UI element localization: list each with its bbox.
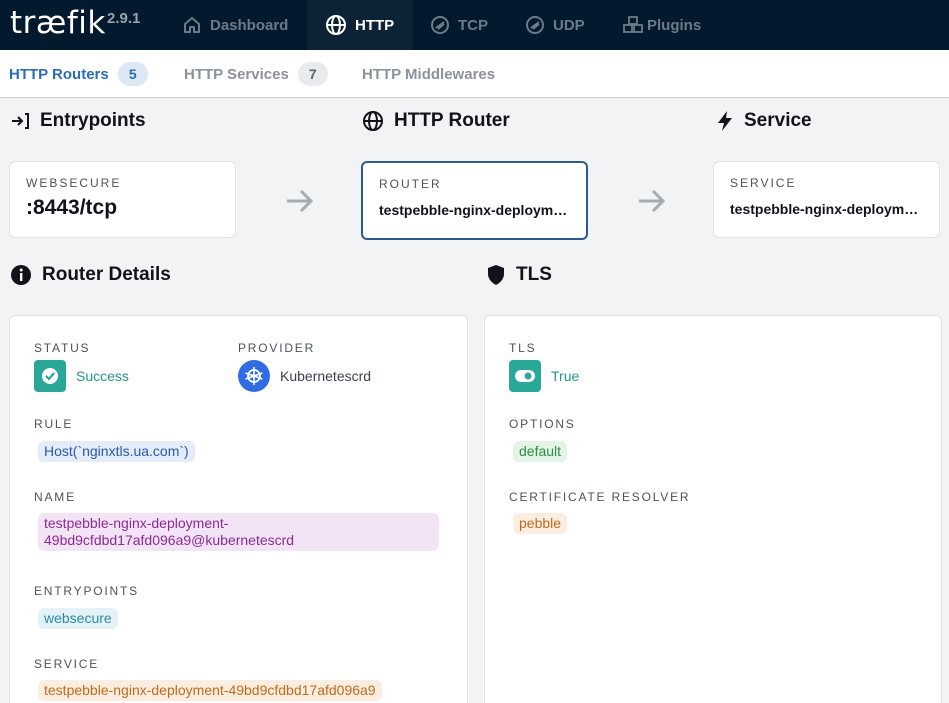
tls-label: TLS <box>509 341 537 355</box>
globe-icon <box>363 111 383 131</box>
service-card-label: SERVICE <box>730 176 797 190</box>
kubernetes-icon <box>238 360 270 392</box>
entrypoints-chip: websecure <box>38 608 118 629</box>
nav-plugins[interactable]: Plugins <box>622 0 701 50</box>
router-details-panel: STATUS Success PROVIDER Kubernetescrd RU… <box>9 315 468 703</box>
tls-value: True <box>551 368 580 384</box>
name-chip: testpebble-nginx-deployment-49bd9cfdbd17… <box>38 513 439 551</box>
globe-icon <box>326 15 346 35</box>
nav-tcp[interactable]: TCP <box>430 0 488 50</box>
entrypoint-card-value: :8443/tcp <box>26 196 118 219</box>
http-router-heading-text: HTTP Router <box>394 110 510 131</box>
tab-http-routers-label: HTTP Routers <box>9 65 109 83</box>
check-circle-icon <box>34 360 66 392</box>
tls-heading: TLS <box>486 264 552 286</box>
service-card[interactable]: SERVICE testpebble-nginx-deployment-49bd… <box>713 161 940 238</box>
nav-udp[interactable]: UDP <box>525 0 585 50</box>
services-count-badge: 7 <box>297 62 328 86</box>
tab-http-routers[interactable]: HTTP Routers 5 <box>9 50 148 98</box>
tls-panel: TLS True OPTIONS default CERTIFICATE RES… <box>484 315 942 703</box>
tab-http-services[interactable]: HTTP Services 7 <box>184 50 328 98</box>
entrypoints-heading: Entrypoints <box>10 110 146 132</box>
router-card-value: testpebble-nginx-deployment-49bd9cfdbd17… <box>379 202 570 218</box>
service-card-value: testpebble-nginx-deployment-49bd9cfdbd17… <box>730 201 923 217</box>
entrypoint-card-label: WEBSECURE <box>26 176 122 190</box>
service-heading: Service <box>716 110 812 132</box>
info-icon <box>11 265 31 285</box>
rule-chip: Host(`nginxtls.ua.com`) <box>38 441 195 462</box>
nav-udp-label: UDP <box>553 16 585 34</box>
sub-tabs: HTTP Routers 5 HTTP Services 7 HTTP Midd… <box>0 50 949 98</box>
arrow-right-icon <box>287 189 314 213</box>
certificate-resolver-chip: pebble <box>513 513 568 534</box>
status-value-row: Success <box>34 360 129 392</box>
nav-dashboard[interactable]: Dashboard <box>182 0 288 50</box>
nav-tcp-label: TCP <box>458 16 488 34</box>
tab-http-middlewares-label: HTTP Middlewares <box>362 65 496 83</box>
options-chip: default <box>513 441 568 462</box>
arrow-right-icon <box>639 189 666 213</box>
home-icon <box>184 17 200 33</box>
certificate-resolver-label: CERTIFICATE RESOLVER <box>509 490 691 504</box>
router-card-label: ROUTER <box>379 177 442 191</box>
tls-heading-text: TLS <box>516 264 552 285</box>
lightning-bolt-icon <box>718 111 732 131</box>
options-label: OPTIONS <box>509 417 576 431</box>
shield-icon <box>488 265 504 285</box>
routers-count-badge: 5 <box>117 62 148 86</box>
router-details-heading-text: Router Details <box>42 264 171 285</box>
entrypoints-label: ENTRYPOINTS <box>34 584 139 598</box>
version-label: 2.9.1 <box>107 10 141 27</box>
traefik-logo[interactable]: træfik <box>10 5 106 41</box>
plugins-cubes-icon <box>623 16 643 33</box>
nav-http-label: HTTP <box>355 16 395 34</box>
nav-dashboard-label: Dashboard <box>210 16 289 34</box>
router-card[interactable]: ROUTER testpebble-nginx-deployment-49bd9… <box>361 161 588 240</box>
name-label: NAME <box>34 490 76 504</box>
nav-plugins-label: Plugins <box>647 16 702 34</box>
service-chip[interactable]: testpebble-nginx-deployment-49bd9cfdbd17… <box>38 680 382 701</box>
tab-http-services-label: HTTP Services <box>184 65 289 83</box>
entrypoint-card[interactable]: WEBSECURE :8443/tcp <box>9 161 236 238</box>
udp-icon <box>526 16 544 34</box>
router-details-heading: Router Details <box>10 264 171 286</box>
entrypoints-heading-text: Entrypoints <box>40 110 146 131</box>
service-label: SERVICE <box>34 657 100 671</box>
provider-value-row: Kubernetescrd <box>238 360 371 392</box>
status-label: STATUS <box>34 341 91 355</box>
tab-http-middlewares[interactable]: HTTP Middlewares <box>362 50 495 98</box>
tcp-icon <box>431 16 449 34</box>
nav-http[interactable]: HTTP <box>307 0 413 50</box>
provider-label: PROVIDER <box>238 341 316 355</box>
top-navigation: træfik 2.9.1 Dashboard HTTP TCP UDP Plug… <box>0 0 949 50</box>
service-heading-text: Service <box>744 110 812 131</box>
rule-label: RULE <box>34 417 74 431</box>
http-router-heading: HTTP Router <box>362 110 510 132</box>
login-arrow-icon <box>12 113 29 129</box>
provider-value: Kubernetescrd <box>280 368 372 384</box>
status-value: Success <box>76 368 129 384</box>
toggle-on-icon <box>509 360 541 392</box>
tls-value-row: True <box>509 360 579 392</box>
